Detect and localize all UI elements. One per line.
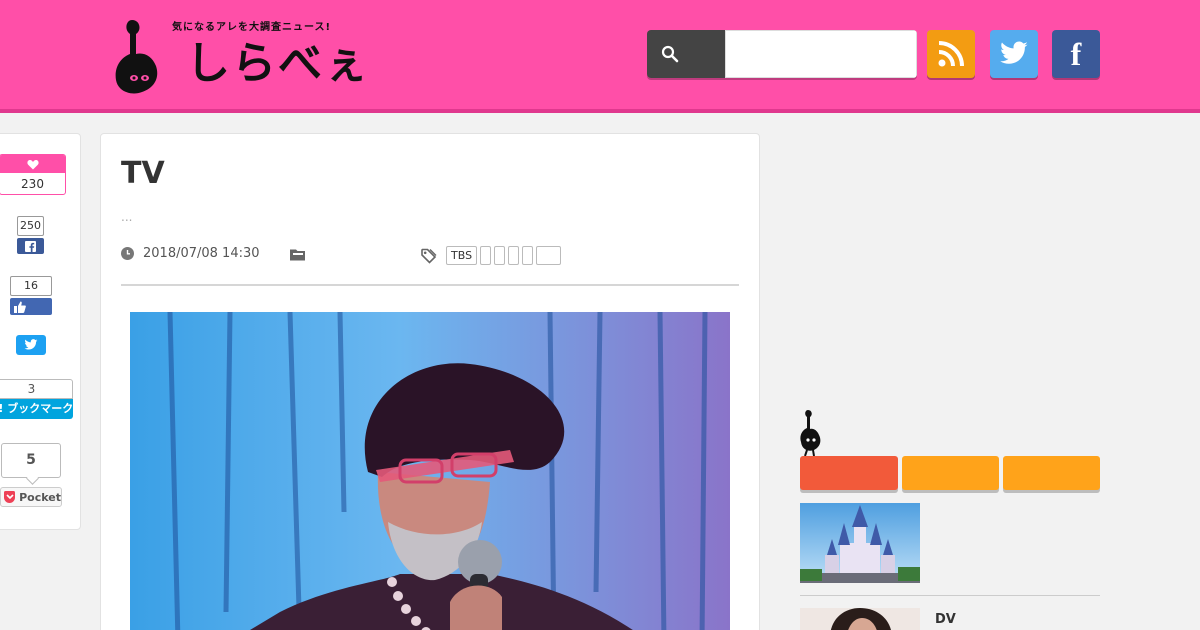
site-header: 気になるアレを大調査ニュース! しらべぇ f xyxy=(0,0,1200,113)
like-button[interactable]: 230 xyxy=(0,154,66,195)
logo-wordmark: しらべぇ xyxy=(186,38,370,89)
article-lead: ... xyxy=(121,210,133,224)
tweet-button[interactable] xyxy=(16,335,46,355)
site-logo[interactable]: 気になるアレを大調査ニュース! しらべぇ xyxy=(112,12,392,98)
sidebar-article-thumbnail[interactable] xyxy=(800,608,920,630)
pocket-count: 5 xyxy=(1,443,61,478)
search-button[interactable] xyxy=(647,30,725,78)
tag-list: TBS xyxy=(446,246,562,265)
sidebar-article-title[interactable]: DV xyxy=(935,612,956,627)
logo-mark-icon xyxy=(115,20,158,94)
sidebar-article-thumbnail[interactable] xyxy=(800,503,920,583)
pocket-icon xyxy=(4,491,16,503)
search-input[interactable] xyxy=(725,30,917,78)
ranking-tab-2[interactable] xyxy=(902,456,999,490)
article-hero-image xyxy=(130,312,730,630)
tag-icon xyxy=(421,248,437,264)
ranking-tab-3[interactable] xyxy=(1003,456,1100,490)
rss-button[interactable] xyxy=(927,30,975,78)
folder-icon[interactable] xyxy=(290,248,306,261)
sidebar-ranking-tabs xyxy=(800,456,1100,490)
twitter-icon xyxy=(1000,41,1028,64)
twitter-button[interactable] xyxy=(990,30,1038,78)
clock-icon xyxy=(121,247,134,260)
article-title: TV xyxy=(121,156,165,191)
facebook-share-button[interactable]: 250 xyxy=(17,216,44,254)
search-box xyxy=(647,30,917,78)
rss-icon xyxy=(938,41,964,67)
logo-tagline: 気になるアレを大調査ニュース! xyxy=(172,22,332,33)
article-date: 2018/07/08 14:30 xyxy=(121,246,260,261)
facebook-icon: f xyxy=(1070,36,1082,72)
facebook-share-count: 250 xyxy=(17,216,44,236)
tag-item[interactable] xyxy=(522,246,534,265)
thumbs-up-icon xyxy=(14,301,26,313)
tag-item[interactable] xyxy=(536,246,562,265)
like-count: 230 xyxy=(21,177,44,191)
search-icon xyxy=(661,45,679,63)
tag-item[interactable] xyxy=(494,246,506,265)
tag-item[interactable] xyxy=(480,246,492,265)
pocket-label: Pocket xyxy=(19,490,61,504)
hatena-label: B! ブックマーク xyxy=(0,399,73,419)
tag-item[interactable]: TBS xyxy=(446,246,478,265)
tag-item[interactable] xyxy=(508,246,520,265)
twitter-icon xyxy=(24,339,38,350)
pocket-button[interactable]: 5 Pocket xyxy=(0,443,62,507)
article-divider xyxy=(121,284,739,286)
facebook-like-button[interactable]: 16 xyxy=(10,276,52,315)
sidebar-divider xyxy=(800,595,1100,596)
heart-icon xyxy=(26,159,39,169)
facebook-like-count: 16 xyxy=(10,276,52,296)
ranking-tab-1[interactable] xyxy=(800,456,898,490)
hatena-count: 3 xyxy=(0,379,73,399)
facebook-icon xyxy=(25,240,36,252)
sidebar-logo-mark-icon xyxy=(800,410,821,456)
hatena-bookmark-button[interactable]: 3 B! ブックマーク xyxy=(0,379,73,419)
facebook-button[interactable]: f xyxy=(1052,30,1100,78)
article-date-text: 2018/07/08 14:30 xyxy=(143,246,260,261)
